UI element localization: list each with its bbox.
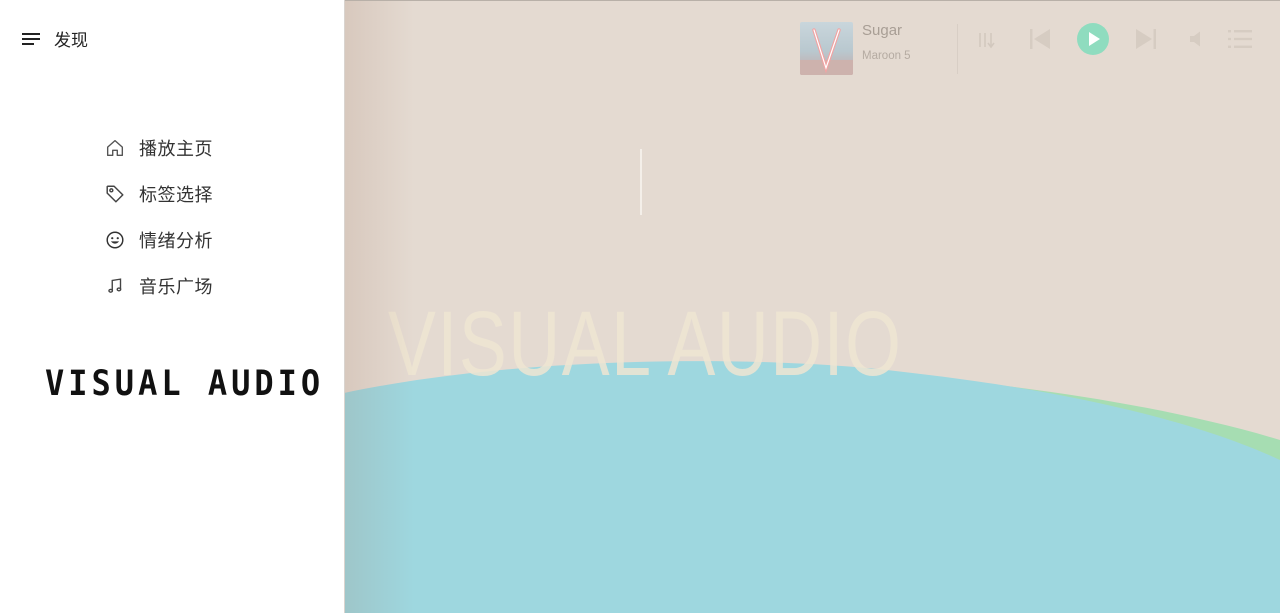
brand-logo: VISUAL AUDIO [45, 362, 325, 404]
menu-icon [22, 32, 40, 46]
nav-item-home-label: 播放主页 [139, 139, 213, 160]
previous-icon[interactable] [1029, 27, 1051, 51]
blue-wave [344, 361, 1280, 613]
smiley-icon [106, 231, 124, 249]
track-artist: Maroon 5 [862, 50, 911, 62]
album-cover[interactable] [800, 22, 853, 75]
nav-item-tags-label: 标签选择 [139, 185, 213, 206]
next-icon[interactable] [1135, 27, 1157, 51]
visualizer-area: VISUAL AUDIO Sugar Maroon 5 [344, 0, 1280, 613]
music-note-icon [108, 278, 122, 293]
hero-title: VISUAL AUDIO [388, 293, 903, 395]
nav-item-music-square[interactable]: 音乐广场 [104, 263, 213, 309]
discover-menu-toggle[interactable]: 发现 [22, 26, 88, 51]
music-player: Sugar Maroon 5 [800, 0, 1280, 80]
nav-item-music-square-label: 音乐广场 [139, 277, 213, 298]
track-title: Sugar [862, 22, 903, 39]
sidebar-nav: 播放主页 标签选择 情绪分析 音乐广场 [104, 125, 213, 309]
tag-icon [106, 185, 124, 203]
nav-item-home[interactable]: 播放主页 [104, 125, 213, 171]
nav-item-emotion[interactable]: 情绪分析 [104, 217, 213, 263]
sidebar: 发现 播放主页 标签选择 情绪分析 音乐广场 VISUAL AUDIO [0, 0, 345, 613]
album-art-image [800, 28, 853, 75]
player-divider [957, 24, 958, 74]
sort-order-icon[interactable] [976, 29, 998, 51]
nav-item-tags[interactable]: 标签选择 [104, 171, 213, 217]
volume-icon[interactable] [1188, 30, 1206, 48]
playlist-icon[interactable] [1228, 29, 1252, 49]
play-icon[interactable] [1076, 22, 1110, 56]
home-icon [106, 139, 124, 157]
discover-label: 发现 [54, 31, 88, 51]
progress-marker [640, 149, 642, 215]
app-root: 发现 播放主页 标签选择 情绪分析 音乐广场 VISUAL AUDIO VISU… [0, 0, 1280, 613]
nav-item-emotion-label: 情绪分析 [139, 231, 213, 252]
